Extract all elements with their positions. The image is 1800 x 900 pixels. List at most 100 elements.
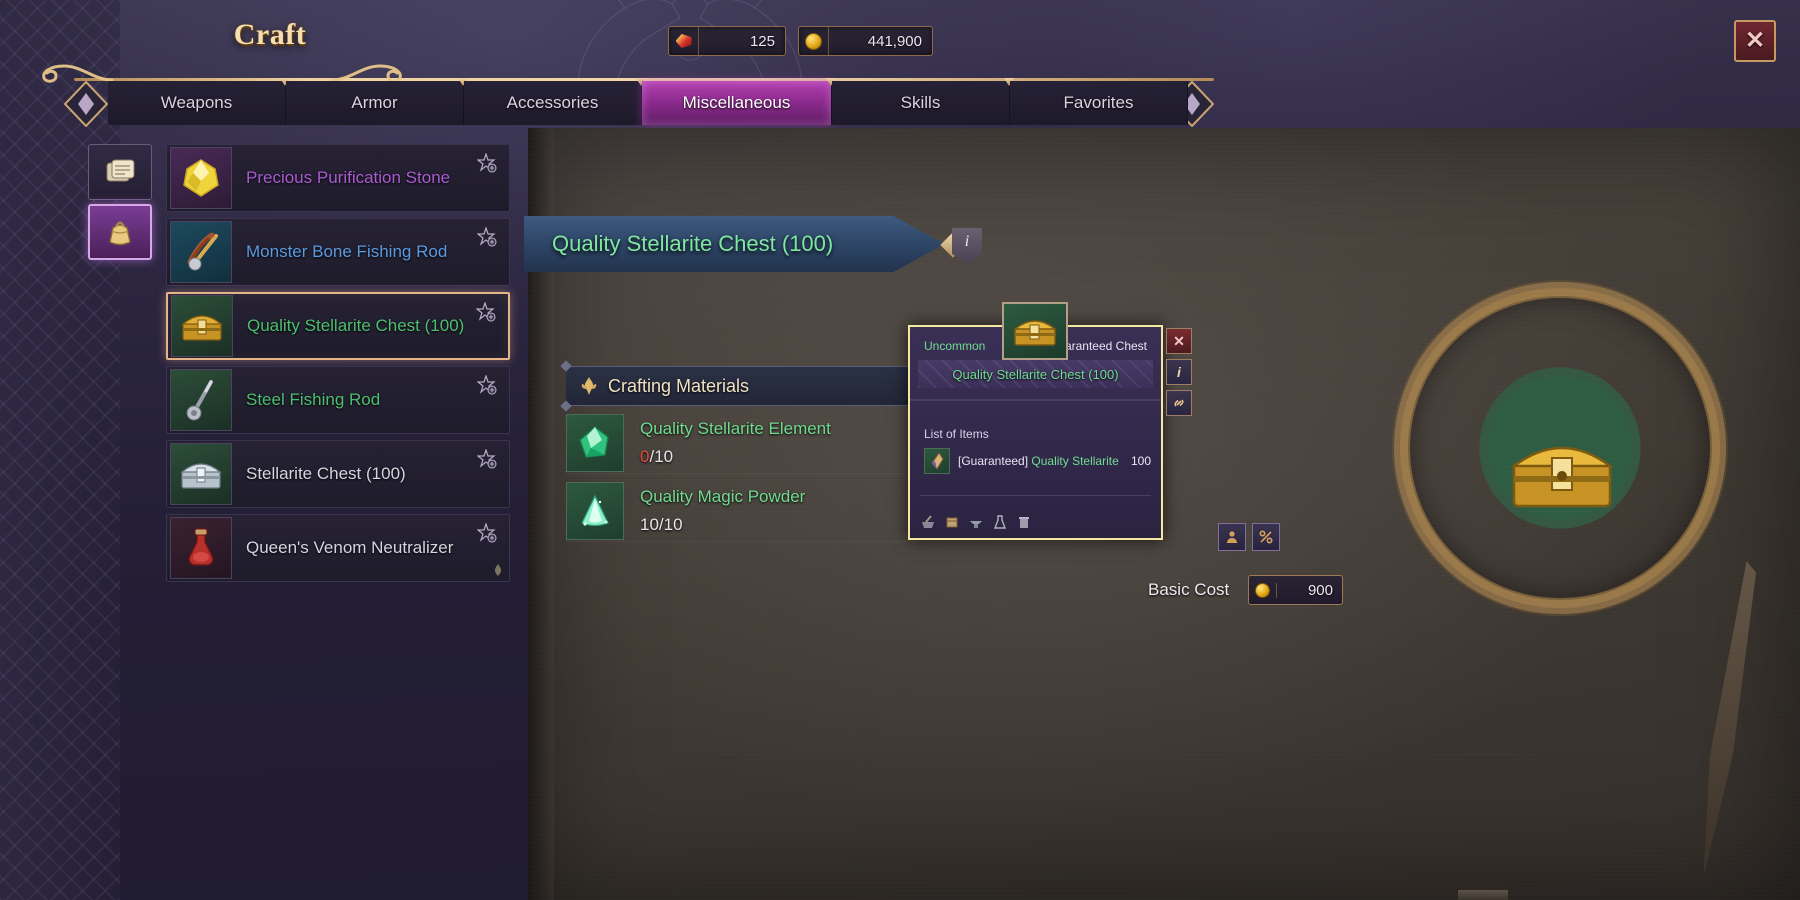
crate-icon[interactable] — [944, 514, 960, 530]
seal-decoration — [1410, 298, 1710, 598]
material-name: Quality Stellarite Element — [640, 418, 831, 438]
category-pouch-button[interactable] — [88, 204, 152, 260]
currency-gold[interactable]: 441,900 — [798, 26, 933, 56]
item-thumbnail — [170, 369, 232, 431]
tooltip-link-button[interactable] — [1166, 390, 1192, 416]
favorite-star-icon[interactable] — [477, 523, 497, 543]
item-thumbnail — [170, 147, 232, 209]
basic-cost-label: Basic Cost — [1148, 580, 1230, 599]
favorite-star-icon[interactable] — [477, 153, 497, 173]
currency-bar: 125 441,900 — [668, 26, 933, 56]
nav-prev-button[interactable] — [64, 81, 108, 127]
anvil-icon[interactable] — [968, 514, 984, 530]
tooltip-info-button[interactable]: i — [1166, 359, 1192, 385]
currency-gold-value: 441,900 — [867, 32, 922, 50]
compare-icon — [1227, 531, 1237, 543]
material-name: Quality Magic Powder — [640, 486, 806, 506]
tooltip-side-buttons: ✕ i — [1166, 328, 1192, 421]
percent-button[interactable] — [1252, 523, 1280, 551]
crafting-materials-label: Crafting Materials — [608, 375, 750, 396]
compare-button[interactable] — [1218, 523, 1246, 551]
list-item[interactable]: Stellarite Chest (100) — [166, 440, 510, 508]
item-name: Precious Purification Stone — [246, 168, 451, 187]
item-thumbnail — [171, 295, 233, 357]
tooltip-entry-name: [Guaranteed] Quality Stellarite — [958, 454, 1119, 468]
item-name: Steel Fishing Rod — [246, 390, 381, 409]
item-name: Monster Bone Fishing Rod — [246, 242, 448, 261]
gold-chest-icon — [181, 315, 223, 341]
item-name: Quality Stellarite Chest (100) — [247, 316, 465, 335]
tab-label: Armor — [351, 93, 398, 112]
currency-gem[interactable]: 125 — [668, 26, 786, 56]
tooltip-entry-item: Quality Stellarite — [1031, 454, 1119, 468]
item-thumbnail — [170, 221, 232, 283]
material-count: 0/10 — [640, 447, 831, 467]
tooltip-chest-thumbnail — [1002, 302, 1068, 360]
list-item[interactable]: Queen's Venom Neutralizer — [166, 514, 510, 582]
favorite-star-icon[interactable] — [477, 449, 497, 469]
close-button[interactable]: ✕ — [1734, 20, 1776, 62]
flask-icon[interactable] — [992, 514, 1008, 530]
leaf-marker-icon — [494, 564, 502, 576]
tab-skills[interactable]: Skills — [832, 81, 1010, 125]
favorite-star-icon[interactable] — [477, 375, 497, 395]
tab-label: Skills — [900, 93, 941, 112]
seal-ring-decoration — [1394, 282, 1726, 614]
material-count: 10/10 — [640, 515, 805, 535]
feather-rod-icon — [187, 232, 218, 271]
material-thumbnail — [566, 481, 624, 540]
tooltip-list-label: List of Items — [924, 427, 989, 441]
tab-label: Weapons — [160, 93, 233, 112]
item-thumbnail — [170, 517, 232, 579]
list-item[interactable]: Precious Purification Stone — [166, 144, 510, 212]
craftable-item-list: Precious Purification Stone Monster Bone… — [166, 144, 510, 588]
item-thumbnail — [170, 443, 232, 505]
list-item[interactable]: Steel Fishing Rod — [166, 366, 510, 434]
tab-weapons[interactable]: Weapons — [108, 81, 286, 125]
material-need: 10 — [663, 514, 683, 534]
stellarite-shard-icon — [924, 448, 950, 474]
yellow-gem-icon — [183, 159, 219, 197]
favorite-star-icon[interactable] — [477, 227, 497, 247]
selected-item-title: Quality Stellarite Chest (100) — [552, 231, 834, 256]
pouch-icon — [109, 221, 131, 246]
info-icon: i — [964, 233, 970, 250]
tab-accessories[interactable]: Accessories — [464, 81, 642, 125]
detail-action-buttons — [1218, 523, 1280, 551]
tab-favorites[interactable]: Favorites — [1010, 81, 1188, 125]
tooltip-list-row: [Guaranteed] Quality Stellarite 100 — [924, 447, 1151, 475]
close-icon: ✕ — [1744, 27, 1766, 54]
fleur-de-lis-icon — [581, 377, 597, 395]
item-name: Queen's Venom Neutralizer — [246, 538, 454, 557]
green-crystal-icon — [579, 425, 609, 458]
currency-gem-value: 125 — [749, 32, 775, 50]
tooltip-divider — [910, 399, 1161, 401]
quill-decoration — [1667, 556, 1786, 883]
result-chest-icon — [1510, 446, 1614, 508]
mortar-icon[interactable] — [920, 514, 936, 530]
material-need: 10 — [654, 446, 674, 466]
tab-bar: Weapons Armor Accessories Miscellaneous … — [108, 81, 1188, 125]
scroll-icon — [106, 159, 135, 182]
tab-miscellaneous[interactable]: Miscellaneous — [642, 81, 832, 125]
steel-rod-icon — [186, 380, 213, 421]
percent-icon — [1259, 530, 1273, 544]
page-title: Craft — [233, 18, 307, 51]
tab-label: Accessories — [506, 93, 599, 112]
category-scroll-button[interactable] — [88, 144, 152, 200]
tab-armor[interactable]: Armor — [286, 81, 464, 125]
favorite-star-icon[interactable] — [476, 302, 496, 322]
tooltip-close-button[interactable]: ✕ — [1166, 328, 1192, 354]
list-item[interactable]: Monster Bone Fishing Rod — [166, 218, 510, 286]
page-bottom-tab — [1458, 890, 1508, 900]
gem-icon — [669, 27, 699, 55]
gold-chest-icon — [1013, 320, 1057, 346]
tab-label: Miscellaneous — [682, 93, 791, 112]
trash-icon[interactable] — [1016, 514, 1032, 530]
tooltip-entry-qty: 100 — [1130, 454, 1151, 468]
red-flask-icon — [188, 528, 214, 566]
tooltip-rarity: Uncommon — [924, 339, 986, 353]
list-item-selected[interactable]: Quality Stellarite Chest (100) — [166, 292, 510, 360]
tab-label: Favorites — [1063, 93, 1134, 112]
category-icon-column — [88, 144, 152, 264]
